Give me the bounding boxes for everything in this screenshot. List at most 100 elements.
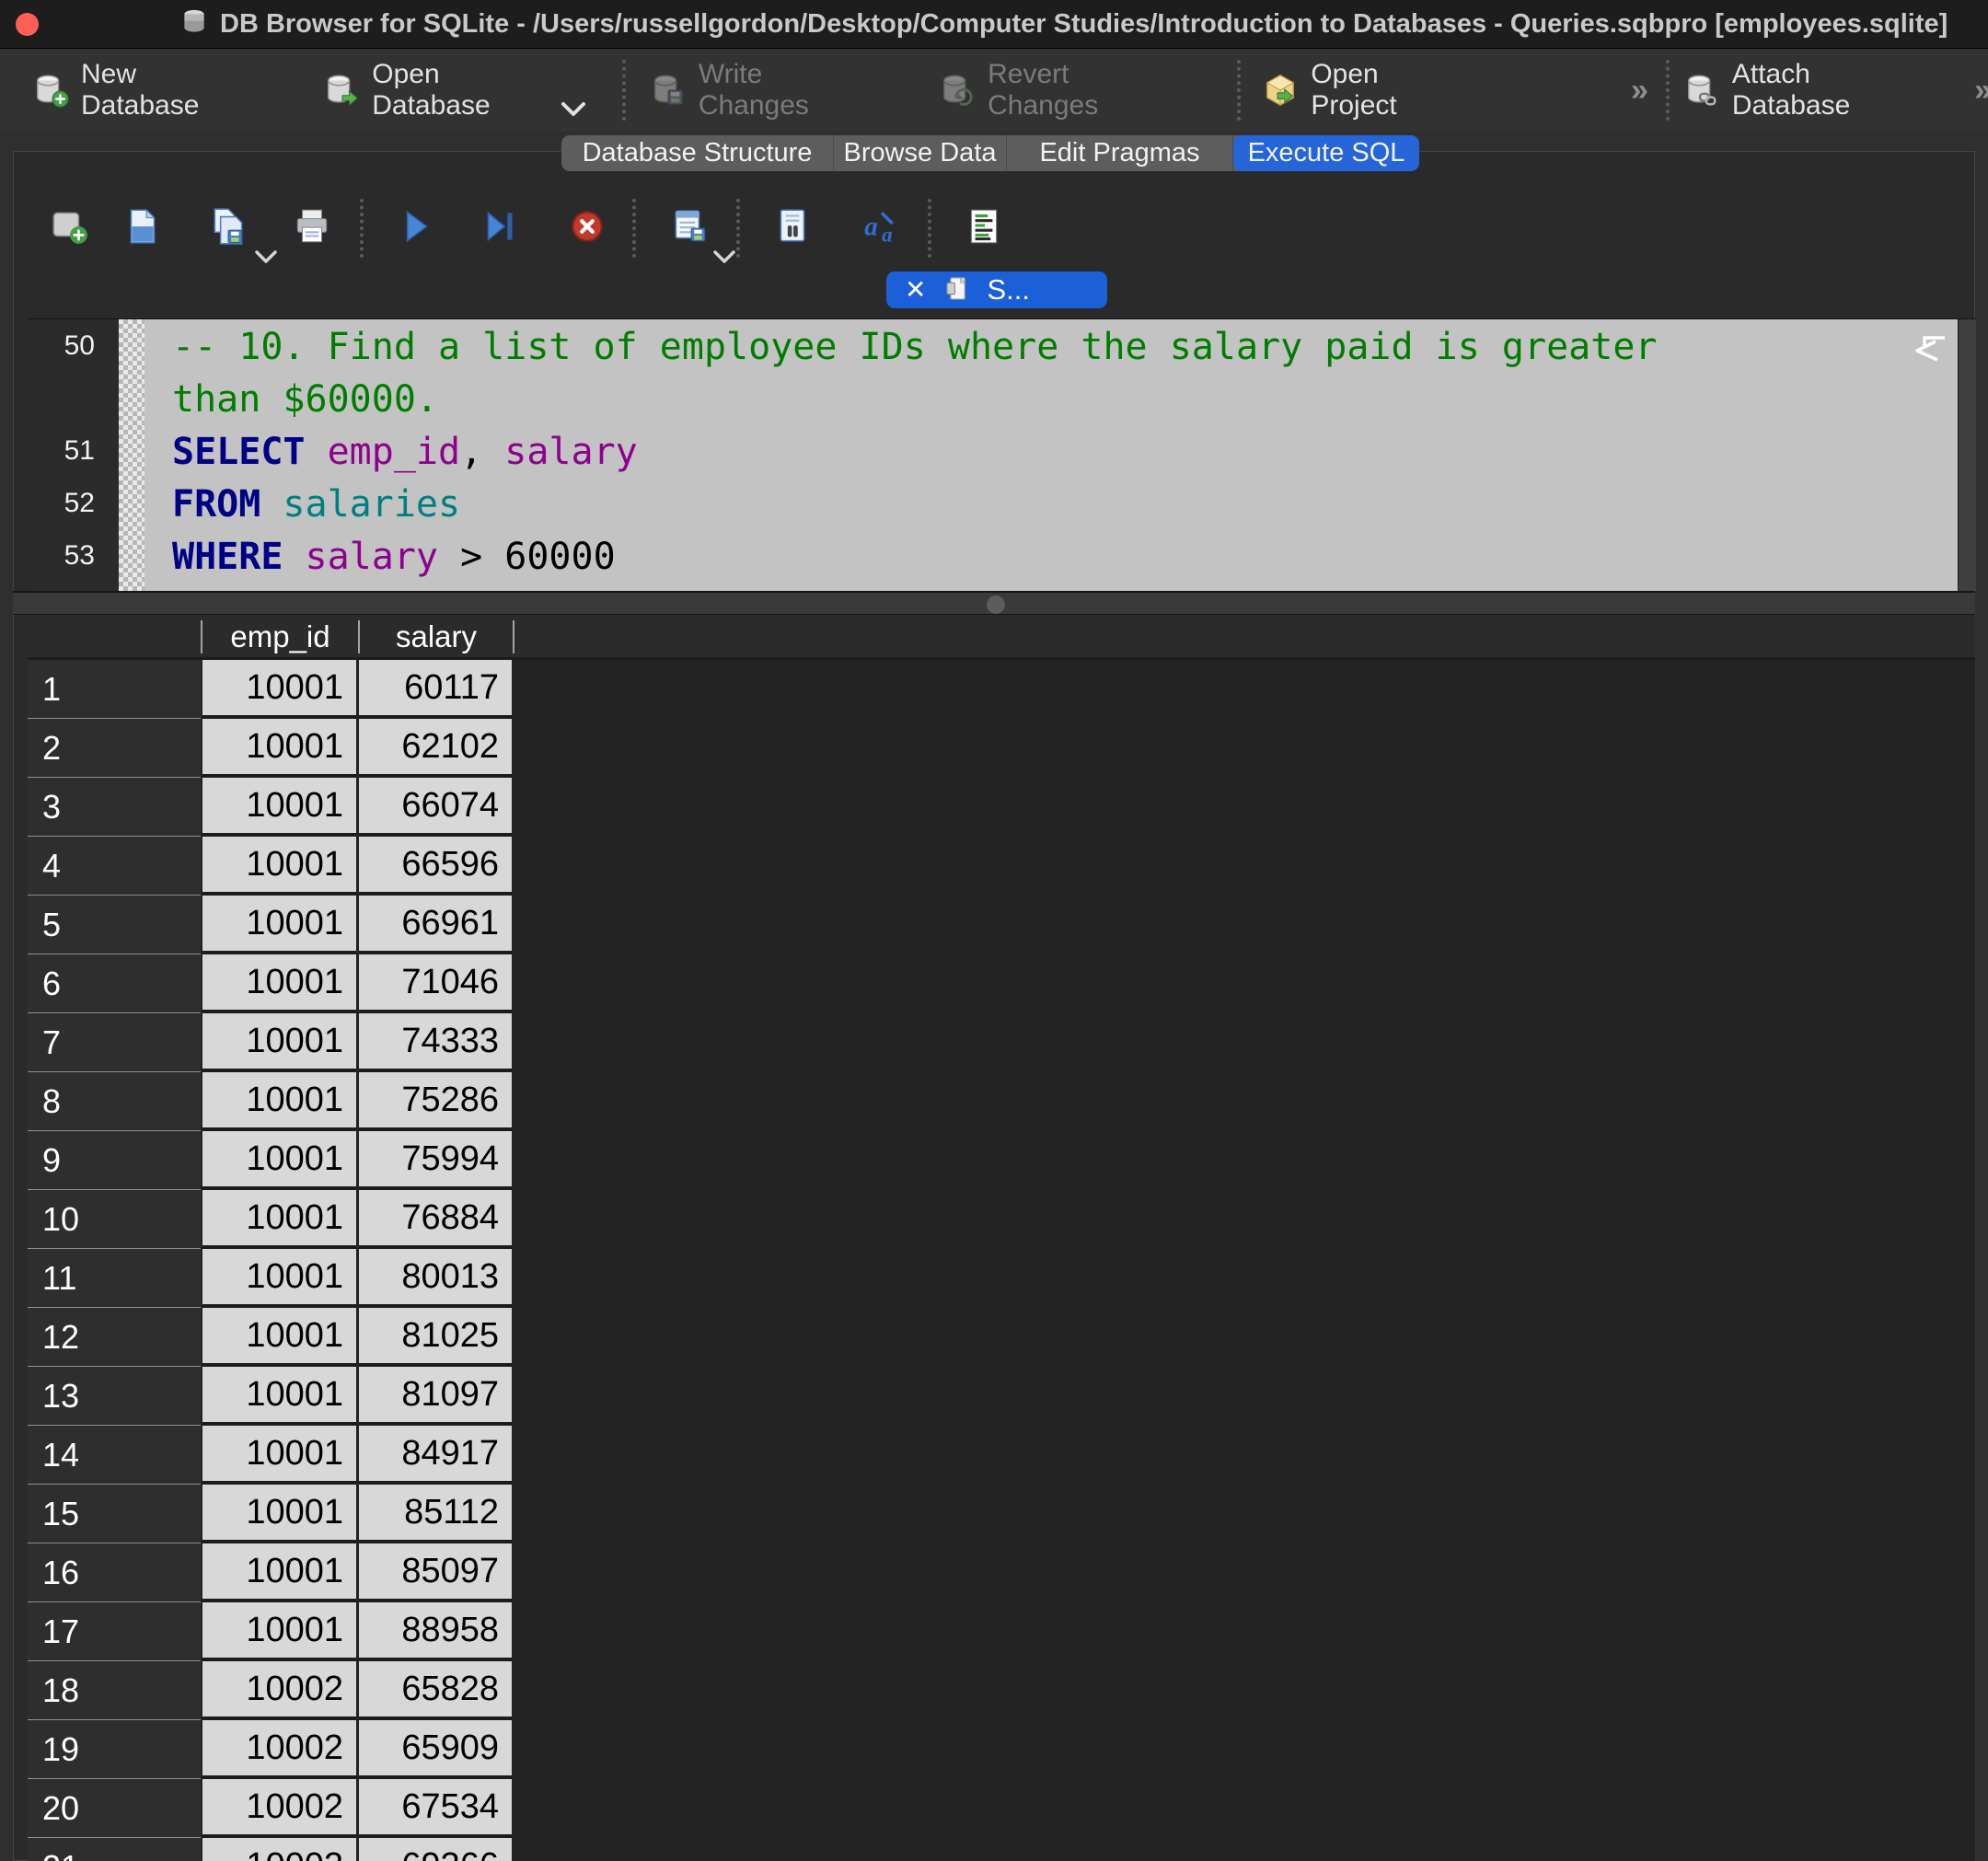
row-number[interactable]: 6 xyxy=(28,954,201,1013)
code-line[interactable]: than $60000. xyxy=(144,374,1930,426)
toolbar-button-new-database[interactable]: New Database xyxy=(31,59,261,121)
cell-salary[interactable]: 76884 xyxy=(359,1190,512,1249)
code-line[interactable]: FROM salaries xyxy=(144,479,1930,531)
cell-salary[interactable]: 71046 xyxy=(359,954,512,1013)
cell-emp-id[interactable]: 10002 xyxy=(202,1661,356,1720)
stop-execution-button[interactable] xyxy=(566,205,608,252)
row-number[interactable]: 11 xyxy=(28,1249,201,1308)
cell-emp-id[interactable]: 10001 xyxy=(202,778,356,837)
column-header-salary[interactable]: salary xyxy=(360,616,513,657)
editor-results-splitter[interactable] xyxy=(13,591,1975,615)
cell-salary[interactable]: 85112 xyxy=(359,1485,512,1543)
tab-database-structure[interactable]: Database Structure xyxy=(561,135,834,171)
row-number[interactable]: 18 xyxy=(28,1661,201,1720)
toolbar-button-open-project[interactable]: Open Project xyxy=(1261,59,1472,121)
cell-salary[interactable]: 75994 xyxy=(359,1131,512,1190)
cell-emp-id[interactable]: 10001 xyxy=(202,660,356,719)
cell-emp-id[interactable]: 10001 xyxy=(202,1013,356,1072)
row-number[interactable]: 17 xyxy=(28,1602,201,1661)
tab-new-button[interactable] xyxy=(48,205,90,252)
zoom-window-button[interactable] xyxy=(104,13,127,36)
format-text-button[interactable]: aa xyxy=(859,205,901,252)
print-button[interactable] xyxy=(291,205,333,252)
cell-emp-id[interactable]: 10001 xyxy=(202,719,356,778)
row-number[interactable]: 3 xyxy=(28,778,201,837)
code-line[interactable]: WHERE salary > 60000 xyxy=(144,531,1930,584)
code-line[interactable]: -- 10. Find a list of employee IDs where… xyxy=(144,321,1930,374)
close-window-button[interactable] xyxy=(16,13,39,36)
cell-salary[interactable]: 66961 xyxy=(359,896,512,954)
minimize-window-button[interactable] xyxy=(60,13,83,36)
row-number[interactable]: 12 xyxy=(28,1308,201,1367)
toolbar-button-revert-changes[interactable]: Revert Changes xyxy=(938,59,1186,121)
toolbar-button-attach-database[interactable]: Attach Database xyxy=(1682,59,1936,121)
dropdown-caret-icon[interactable] xyxy=(254,249,278,265)
export-results-button[interactable] xyxy=(668,205,711,252)
cell-salary[interactable]: 66074 xyxy=(359,778,512,837)
toolbar-button-open-database[interactable]: Open Database xyxy=(322,59,565,121)
cell-emp-id[interactable]: 10001 xyxy=(202,1367,356,1426)
execute-all-button[interactable] xyxy=(395,205,437,252)
cell-salary[interactable]: 65828 xyxy=(359,1661,512,1720)
sql-tab[interactable]: ✕ S... xyxy=(886,272,1107,308)
cell-emp-id[interactable]: 10001 xyxy=(202,1485,356,1543)
cell-emp-id[interactable]: 10001 xyxy=(202,1543,356,1602)
execute-line-button[interactable] xyxy=(480,205,522,252)
cell-salary[interactable]: 85097 xyxy=(359,1543,512,1602)
cell-emp-id[interactable]: 10001 xyxy=(202,1249,356,1308)
cell-salary[interactable]: 88958 xyxy=(359,1602,512,1661)
row-number[interactable]: 9 xyxy=(28,1131,201,1190)
cell-salary[interactable]: 75286 xyxy=(359,1072,512,1131)
cell-salary[interactable]: 81025 xyxy=(359,1308,512,1367)
cell-emp-id[interactable]: 10002 xyxy=(202,1720,356,1779)
toolbar-overflow-chevron-icon[interactable]: » xyxy=(1974,73,1988,109)
cell-emp-id[interactable]: 10001 xyxy=(202,1190,356,1249)
cell-emp-id[interactable]: 10001 xyxy=(202,954,356,1013)
cell-emp-id[interactable]: 10001 xyxy=(202,837,356,896)
toolbar-overflow-chevron-icon[interactable]: » xyxy=(1631,73,1645,109)
toolbar-button-write-changes[interactable]: Write Changes xyxy=(649,59,880,121)
cell-salary[interactable]: 81097 xyxy=(359,1367,512,1426)
row-number[interactable]: 7 xyxy=(28,1013,201,1072)
row-number[interactable]: 20 xyxy=(28,1779,201,1838)
sql-save-button[interactable] xyxy=(207,205,249,252)
cell-salary[interactable]: 62102 xyxy=(359,719,512,778)
cell-salary[interactable]: 67534 xyxy=(359,1779,512,1838)
row-number[interactable]: 4 xyxy=(28,837,201,896)
find-in-sql-button[interactable] xyxy=(771,205,814,252)
cell-salary[interactable]: 74333 xyxy=(359,1013,512,1072)
query-log-button[interactable] xyxy=(963,205,1005,252)
row-number[interactable]: 1 xyxy=(28,660,201,719)
code-line[interactable]: SELECT emp_id, salary xyxy=(144,426,1930,479)
sql-code-area[interactable]: -- 10. Find a list of employee IDs where… xyxy=(144,321,1930,584)
row-number[interactable]: 10 xyxy=(28,1190,201,1249)
row-number[interactable]: 15 xyxy=(28,1485,201,1543)
close-tab-icon[interactable]: ✕ xyxy=(905,277,926,303)
cell-emp-id[interactable]: 10002 xyxy=(202,1779,356,1838)
cell-emp-id[interactable]: 10001 xyxy=(202,1072,356,1131)
row-number[interactable]: 5 xyxy=(28,896,201,954)
cell-emp-id[interactable]: 10001 xyxy=(202,1602,356,1661)
cell-emp-id[interactable]: 10001 xyxy=(202,1131,356,1190)
row-number[interactable]: 8 xyxy=(28,1072,201,1131)
tab-edit-pragmas[interactable]: Edit Pragmas xyxy=(1007,135,1233,171)
cell-salary[interactable]: 84917 xyxy=(359,1426,512,1485)
cell-emp-id[interactable]: 10001 xyxy=(202,896,356,954)
tab-browse-data[interactable]: Browse Data xyxy=(834,135,1007,171)
row-number[interactable]: 2 xyxy=(28,719,201,778)
cell-emp-id[interactable]: 10001 xyxy=(202,1426,356,1485)
tab-execute-sql[interactable]: Execute SQL xyxy=(1233,135,1419,171)
cell-salary[interactable]: 66596 xyxy=(359,837,512,896)
row-number[interactable]: 21 xyxy=(28,1838,201,1861)
cell-emp-id[interactable]: 10001 xyxy=(202,1308,356,1367)
dropdown-caret-icon[interactable] xyxy=(712,249,736,265)
cell-salary[interactable]: 80013 xyxy=(359,1249,512,1308)
editor-scrollbar[interactable] xyxy=(1958,319,1976,592)
sql-open-button[interactable] xyxy=(121,205,164,252)
row-number[interactable]: 14 xyxy=(28,1426,201,1485)
cell-salary[interactable]: 69366 xyxy=(359,1838,512,1861)
column-header-emp_id[interactable]: emp_id xyxy=(202,616,358,657)
cell-salary[interactable]: 60117 xyxy=(359,660,512,719)
row-number[interactable]: 19 xyxy=(28,1720,201,1779)
cell-emp-id[interactable]: 10002 xyxy=(202,1838,356,1861)
